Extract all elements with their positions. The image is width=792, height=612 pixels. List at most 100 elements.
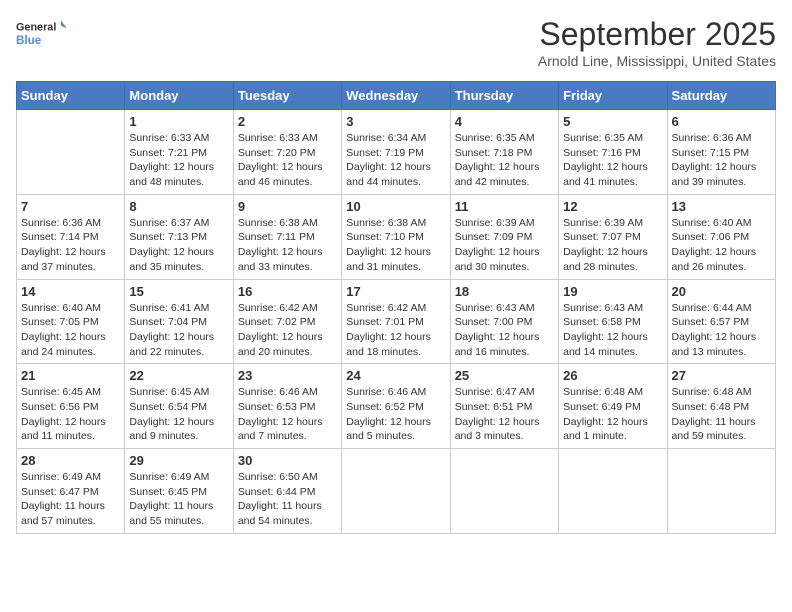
day-info: Sunrise: 6:40 AM Sunset: 7:06 PM Dayligh…: [672, 216, 771, 275]
header: General Blue September 2025 Arnold Line,…: [16, 16, 776, 69]
day-number: 5: [563, 114, 662, 129]
day-info: Sunrise: 6:39 AM Sunset: 7:07 PM Dayligh…: [563, 216, 662, 275]
day-number: 30: [238, 453, 337, 468]
day-info: Sunrise: 6:48 AM Sunset: 6:49 PM Dayligh…: [563, 385, 662, 444]
day-number: 24: [346, 368, 445, 383]
weekday-header-sunday: Sunday: [17, 82, 125, 110]
calendar-cell: 25 Sunrise: 6:47 AM Sunset: 6:51 PM Dayli…: [450, 364, 558, 449]
weekday-header-friday: Friday: [559, 82, 667, 110]
day-info: Sunrise: 6:45 AM Sunset: 6:54 PM Dayligh…: [129, 385, 228, 444]
day-number: 18: [455, 284, 554, 299]
day-info: Sunrise: 6:47 AM Sunset: 6:51 PM Dayligh…: [455, 385, 554, 444]
day-number: 21: [21, 368, 120, 383]
day-number: 4: [455, 114, 554, 129]
calendar-cell: 9 Sunrise: 6:38 AM Sunset: 7:11 PM Daylig…: [233, 194, 341, 279]
calendar-cell: 18 Sunrise: 6:43 AM Sunset: 7:00 PM Dayli…: [450, 279, 558, 364]
weekday-header-thursday: Thursday: [450, 82, 558, 110]
day-info: Sunrise: 6:41 AM Sunset: 7:04 PM Dayligh…: [129, 301, 228, 360]
day-info: Sunrise: 6:46 AM Sunset: 6:53 PM Dayligh…: [238, 385, 337, 444]
day-number: 12: [563, 199, 662, 214]
svg-text:General: General: [16, 22, 56, 34]
svg-text:Blue: Blue: [16, 34, 42, 47]
day-info: Sunrise: 6:38 AM Sunset: 7:11 PM Dayligh…: [238, 216, 337, 275]
day-number: 1: [129, 114, 228, 129]
logo: General Blue: [16, 16, 66, 56]
day-number: 23: [238, 368, 337, 383]
calendar-cell: [17, 110, 125, 195]
calendar-week-row: 1 Sunrise: 6:33 AM Sunset: 7:21 PM Daylig…: [17, 110, 776, 195]
calendar-cell: 17 Sunrise: 6:42 AM Sunset: 7:01 PM Dayli…: [342, 279, 450, 364]
calendar-cell: 23 Sunrise: 6:46 AM Sunset: 6:53 PM Dayli…: [233, 364, 341, 449]
day-number: 19: [563, 284, 662, 299]
day-info: Sunrise: 6:33 AM Sunset: 7:20 PM Dayligh…: [238, 131, 337, 190]
calendar-cell: 12 Sunrise: 6:39 AM Sunset: 7:07 PM Dayli…: [559, 194, 667, 279]
calendar-cell: 20 Sunrise: 6:44 AM Sunset: 6:57 PM Dayli…: [667, 279, 775, 364]
calendar-cell: 29 Sunrise: 6:49 AM Sunset: 6:45 PM Dayli…: [125, 449, 233, 534]
day-info: Sunrise: 6:36 AM Sunset: 7:14 PM Dayligh…: [21, 216, 120, 275]
calendar-cell: 1 Sunrise: 6:33 AM Sunset: 7:21 PM Daylig…: [125, 110, 233, 195]
day-number: 17: [346, 284, 445, 299]
calendar-table: SundayMondayTuesdayWednesdayThursdayFrid…: [16, 81, 776, 534]
day-number: 10: [346, 199, 445, 214]
calendar-cell: 4Sunrise: 6:35 AM Sunset: 7:18 PM Daylig…: [450, 110, 558, 195]
calendar-cell: [450, 449, 558, 534]
logo-icon: General Blue: [16, 16, 66, 56]
calendar-cell: [342, 449, 450, 534]
day-info: Sunrise: 6:50 AM Sunset: 6:44 PM Dayligh…: [238, 470, 337, 529]
weekday-header-tuesday: Tuesday: [233, 82, 341, 110]
day-number: 11: [455, 199, 554, 214]
day-info: Sunrise: 6:40 AM Sunset: 7:05 PM Dayligh…: [21, 301, 120, 360]
day-info: Sunrise: 6:44 AM Sunset: 6:57 PM Dayligh…: [672, 301, 771, 360]
day-number: 8: [129, 199, 228, 214]
weekday-header-wednesday: Wednesday: [342, 82, 450, 110]
month-title: September 2025: [538, 16, 776, 53]
day-number: 29: [129, 453, 228, 468]
day-info: Sunrise: 6:49 AM Sunset: 6:47 PM Dayligh…: [21, 470, 120, 529]
calendar-week-row: 21Sunrise: 6:45 AM Sunset: 6:56 PM Dayli…: [17, 364, 776, 449]
calendar-cell: 24 Sunrise: 6:46 AM Sunset: 6:52 PM Dayli…: [342, 364, 450, 449]
day-number: 28: [21, 453, 120, 468]
day-number: 13: [672, 199, 771, 214]
calendar-cell: 10 Sunrise: 6:38 AM Sunset: 7:10 PM Dayli…: [342, 194, 450, 279]
day-info: Sunrise: 6:48 AM Sunset: 6:48 PM Dayligh…: [672, 385, 771, 444]
calendar-cell: [667, 449, 775, 534]
calendar-cell: 2Sunrise: 6:33 AM Sunset: 7:20 PM Daylig…: [233, 110, 341, 195]
calendar-cell: 30 Sunrise: 6:50 AM Sunset: 6:44 PM Dayli…: [233, 449, 341, 534]
calendar-cell: 16 Sunrise: 6:42 AM Sunset: 7:02 PM Dayli…: [233, 279, 341, 364]
calendar-cell: 5 Sunrise: 6:35 AM Sunset: 7:16 PM Daylig…: [559, 110, 667, 195]
calendar-cell: 6 Sunrise: 6:36 AM Sunset: 7:15 PM Daylig…: [667, 110, 775, 195]
day-number: 6: [672, 114, 771, 129]
calendar-cell: [559, 449, 667, 534]
day-info: Sunrise: 6:42 AM Sunset: 7:01 PM Dayligh…: [346, 301, 445, 360]
title-area: September 2025 Arnold Line, Mississippi,…: [538, 16, 776, 69]
day-info: Sunrise: 6:49 AM Sunset: 6:45 PM Dayligh…: [129, 470, 228, 529]
day-info: Sunrise: 6:42 AM Sunset: 7:02 PM Dayligh…: [238, 301, 337, 360]
day-number: 3: [346, 114, 445, 129]
day-info: Sunrise: 6:36 AM Sunset: 7:15 PM Dayligh…: [672, 131, 771, 190]
day-info: Sunrise: 6:46 AM Sunset: 6:52 PM Dayligh…: [346, 385, 445, 444]
day-info: Sunrise: 6:35 AM Sunset: 7:16 PM Dayligh…: [563, 131, 662, 190]
calendar-cell: 27Sunrise: 6:48 AM Sunset: 6:48 PM Dayli…: [667, 364, 775, 449]
calendar-cell: 19Sunrise: 6:43 AM Sunset: 6:58 PM Dayli…: [559, 279, 667, 364]
day-number: 7: [21, 199, 120, 214]
calendar-cell: 21Sunrise: 6:45 AM Sunset: 6:56 PM Dayli…: [17, 364, 125, 449]
day-number: 26: [563, 368, 662, 383]
calendar-cell: 3Sunrise: 6:34 AM Sunset: 7:19 PM Daylig…: [342, 110, 450, 195]
calendar-cell: 14Sunrise: 6:40 AM Sunset: 7:05 PM Dayli…: [17, 279, 125, 364]
calendar-cell: 8Sunrise: 6:37 AM Sunset: 7:13 PM Daylig…: [125, 194, 233, 279]
calendar-cell: 22 Sunrise: 6:45 AM Sunset: 6:54 PM Dayli…: [125, 364, 233, 449]
calendar-cell: 7 Sunrise: 6:36 AM Sunset: 7:14 PM Daylig…: [17, 194, 125, 279]
day-number: 9: [238, 199, 337, 214]
day-number: 15: [129, 284, 228, 299]
day-number: 25: [455, 368, 554, 383]
day-number: 20: [672, 284, 771, 299]
day-info: Sunrise: 6:38 AM Sunset: 7:10 PM Dayligh…: [346, 216, 445, 275]
day-info: Sunrise: 6:33 AM Sunset: 7:21 PM Dayligh…: [129, 131, 228, 190]
location-subtitle: Arnold Line, Mississippi, United States: [538, 53, 776, 69]
day-info: Sunrise: 6:43 AM Sunset: 7:00 PM Dayligh…: [455, 301, 554, 360]
day-number: 22: [129, 368, 228, 383]
calendar-cell: 26 Sunrise: 6:48 AM Sunset: 6:49 PM Dayli…: [559, 364, 667, 449]
day-number: 16: [238, 284, 337, 299]
weekday-header-saturday: Saturday: [667, 82, 775, 110]
calendar-week-row: 28 Sunrise: 6:49 AM Sunset: 6:47 PM Dayli…: [17, 449, 776, 534]
